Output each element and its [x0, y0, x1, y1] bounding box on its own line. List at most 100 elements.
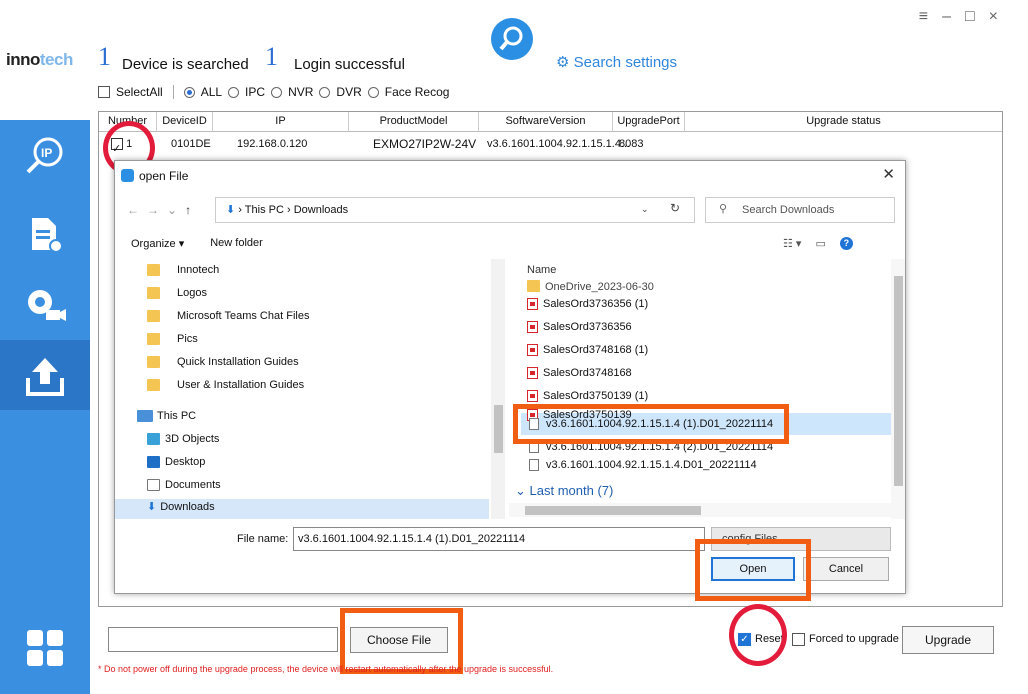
forced-upgrade-checkbox[interactable] — [792, 633, 805, 646]
file-item[interactable]: SalesOrd3750139 (1) — [527, 386, 648, 406]
pdf-icon — [527, 321, 538, 334]
file-item[interactable]: SalesOrd3736356 (1) — [527, 294, 648, 314]
forced-upgrade-label: Forced to upgrade — [809, 633, 899, 645]
download-arrow-icon: ⬇ — [147, 501, 157, 513]
file-item[interactable]: v3.6.1601.1004.92.1.15.1.4.D01_20221114 — [529, 455, 757, 475]
file-icon — [529, 459, 539, 472]
table-row[interactable]: ✓ 1 0101DE 192.168.0.120 EXMO27IP2W-24V … — [99, 134, 685, 155]
upgrade-button[interactable]: Upgrade — [902, 626, 994, 654]
pdf-icon — [527, 390, 538, 403]
close-icon[interactable]: × — [989, 8, 1012, 25]
refresh-icon[interactable]: ↻ — [670, 201, 680, 215]
computer-icon — [137, 410, 153, 422]
folder-icon — [147, 356, 160, 368]
search-input[interactable]: Search Downloads — [705, 197, 895, 223]
close-icon[interactable]: ✕ — [882, 165, 895, 183]
radio-nvr-label: NVR — [288, 85, 314, 99]
folder-icon — [147, 310, 160, 322]
column-header[interactable]: ProductModel — [349, 112, 479, 132]
pdf-icon — [527, 298, 538, 311]
nav-item-documents[interactable]: Documents — [147, 474, 221, 496]
file-item[interactable]: SalesOrd3748168 (1) — [527, 340, 648, 360]
nav-scrollbar[interactable] — [491, 259, 505, 519]
annotation-circle — [729, 604, 787, 666]
minimize-icon[interactable]: – — [942, 8, 965, 25]
chevron-down-icon[interactable]: ⌄ — [641, 204, 649, 215]
divider — [172, 85, 174, 99]
folder-icon — [147, 287, 160, 299]
ip-icon[interactable]: IP — [22, 132, 68, 178]
search-button[interactable] — [491, 18, 533, 60]
pdf-icon — [527, 367, 538, 380]
app-icon — [121, 169, 134, 182]
annotation-box — [513, 404, 789, 444]
horizontal-scroll-thumb[interactable] — [525, 506, 701, 515]
devices-count: 1 — [98, 42, 111, 71]
search-settings-link[interactable]: ⚙ Search settings — [556, 53, 677, 71]
pdf-icon — [527, 344, 538, 357]
nav-item-pics[interactable]: Pics — [147, 328, 198, 350]
group-last-month[interactable]: ⌄ Last month (7) — [515, 481, 613, 501]
search-icon: ⚲ — [719, 203, 728, 215]
file-name-input[interactable]: v3.6.1601.1004.92.1.15.1.4 (1).D01_20221… — [293, 527, 705, 551]
nav-item-3d-objects[interactable]: 3D Objects — [147, 428, 219, 450]
nav-item-innotech[interactable]: Innotech — [147, 259, 219, 281]
file-scroll-thumb[interactable] — [894, 276, 903, 486]
nav-item-teams[interactable]: Microsoft Teams Chat Files — [147, 305, 309, 327]
column-header[interactable]: DeviceID — [157, 112, 213, 132]
table-header: Number DeviceID IP ProductModel Software… — [99, 112, 1002, 132]
gear-icon: ⚙ — [556, 54, 570, 71]
nav-item-downloads[interactable]: ⬇ Downloads — [147, 496, 215, 518]
filter-row: SelectAll ALL IPC NVR DVR Face Recog — [98, 85, 449, 99]
nav-item-logos[interactable]: Logos — [147, 282, 207, 304]
radio-dvr[interactable] — [319, 86, 331, 98]
file-item[interactable]: SalesOrd3748168 — [527, 363, 632, 383]
row-ip: 192.168.0.120 — [237, 138, 308, 150]
select-all-checkbox[interactable] — [98, 86, 110, 98]
radio-all-label: ALL — [200, 85, 223, 99]
window-controls[interactable]: ≡–□× — [919, 8, 1012, 26]
camera-settings-icon[interactable] — [22, 282, 68, 328]
dashboard-icon[interactable] — [25, 628, 65, 668]
column-header[interactable]: SoftwareVersion — [479, 112, 613, 132]
preview-pane-icon[interactable]: ▭ — [815, 237, 825, 250]
radio-ipc-label: IPC — [245, 85, 266, 99]
radio-nvr[interactable] — [271, 86, 283, 98]
column-header[interactable]: UpgradePort — [613, 112, 685, 132]
nav-item-this-pc[interactable]: This PC — [137, 405, 196, 427]
file-name-label: File name: — [237, 533, 289, 545]
upload-icon[interactable] — [22, 354, 68, 400]
desktop-icon — [147, 456, 160, 468]
document-settings-icon[interactable] — [22, 212, 68, 258]
name-column-header[interactable]: Name — [527, 264, 556, 276]
radio-ipc[interactable] — [228, 86, 240, 98]
nav-item-user-guides[interactable]: User & Installation Guides — [147, 374, 304, 396]
radio-all[interactable] — [183, 86, 195, 98]
maximize-icon[interactable]: □ — [965, 8, 989, 25]
cube-icon — [147, 433, 160, 445]
radio-dvr-label: DVR — [336, 85, 362, 99]
help-icon[interactable]: ? — [839, 237, 853, 250]
nav-item-quick-guides[interactable]: Quick Installation Guides — [147, 351, 299, 373]
login-count: 1 — [265, 42, 278, 71]
nav-scroll-thumb[interactable] — [494, 405, 503, 453]
file-item[interactable]: SalesOrd3736356 — [527, 317, 632, 337]
select-all-label: SelectAll — [116, 85, 163, 99]
address-bar[interactable]: ⬇ › This PC › Downloads — [215, 197, 695, 223]
nav-item-desktop[interactable]: Desktop — [147, 451, 205, 473]
organize-button[interactable]: Organize ▾ — [131, 237, 184, 250]
logo: innotech — [6, 50, 73, 69]
column-header[interactable]: Upgrade status — [685, 112, 1002, 132]
folder-icon — [147, 379, 160, 391]
search-icon — [499, 26, 523, 51]
file-path-input[interactable] — [108, 627, 338, 652]
menu-icon[interactable]: ≡ — [919, 8, 942, 25]
radio-face-recog[interactable] — [367, 86, 379, 98]
row-port: 8083 — [619, 138, 644, 150]
nav-buttons[interactable]: ←→⌄↑ — [127, 203, 199, 217]
cancel-button[interactable]: Cancel — [803, 557, 889, 581]
view-options-icon[interactable]: ☷ ▾ — [783, 237, 801, 250]
column-header[interactable]: IP — [213, 112, 349, 132]
view-controls: ☷ ▾ ▭ ? — [783, 237, 853, 250]
new-folder-button[interactable]: New folder — [210, 237, 263, 250]
